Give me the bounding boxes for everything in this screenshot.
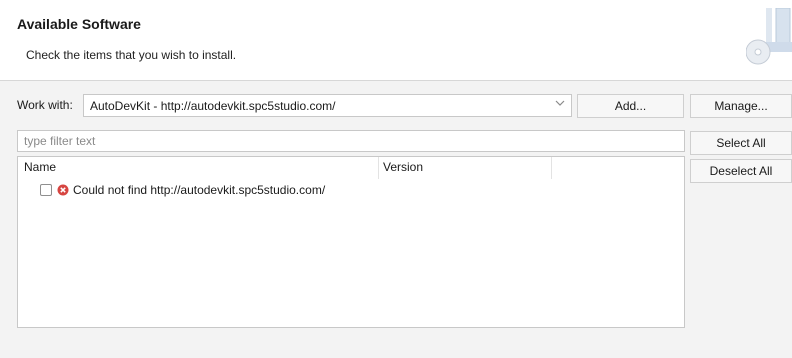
deselect-all-button[interactable]: Deselect All <box>690 159 792 183</box>
filter-input[interactable]: type filter text <box>17 130 685 152</box>
wizard-header: Available Software Check the items that … <box>0 0 792 80</box>
select-all-button[interactable]: Select All <box>690 131 792 155</box>
work-with-value: AutoDevKit - http://autodevkit.spc5studi… <box>90 99 336 113</box>
row-name: Could not find http://autodevkit.spc5stu… <box>73 183 326 197</box>
row-checkbox[interactable] <box>40 184 52 196</box>
manage-button[interactable]: Manage... <box>690 94 792 118</box>
column-divider[interactable] <box>551 157 552 179</box>
column-header-version[interactable]: Version <box>383 160 423 174</box>
table-row[interactable]: Could not find http://autodevkit.spc5stu… <box>40 182 440 200</box>
install-wizard-icon <box>746 8 792 65</box>
install-wizard-window: Available Software Check the items that … <box>0 0 792 358</box>
page-title: Available Software <box>17 16 141 32</box>
page-subtitle: Check the items that you wish to install… <box>26 48 237 62</box>
column-divider[interactable] <box>378 157 379 179</box>
column-header-name[interactable]: Name <box>24 160 56 174</box>
filter-placeholder: type filter text <box>24 134 96 148</box>
work-with-combo[interactable]: AutoDevKit - http://autodevkit.spc5studi… <box>83 94 572 117</box>
error-icon <box>57 184 69 196</box>
chevron-down-icon[interactable] <box>555 98 565 108</box>
add-button[interactable]: Add... <box>577 94 684 118</box>
software-table: Name Version Could not find http://autod… <box>17 156 685 328</box>
work-with-label: Work with: <box>17 98 73 112</box>
